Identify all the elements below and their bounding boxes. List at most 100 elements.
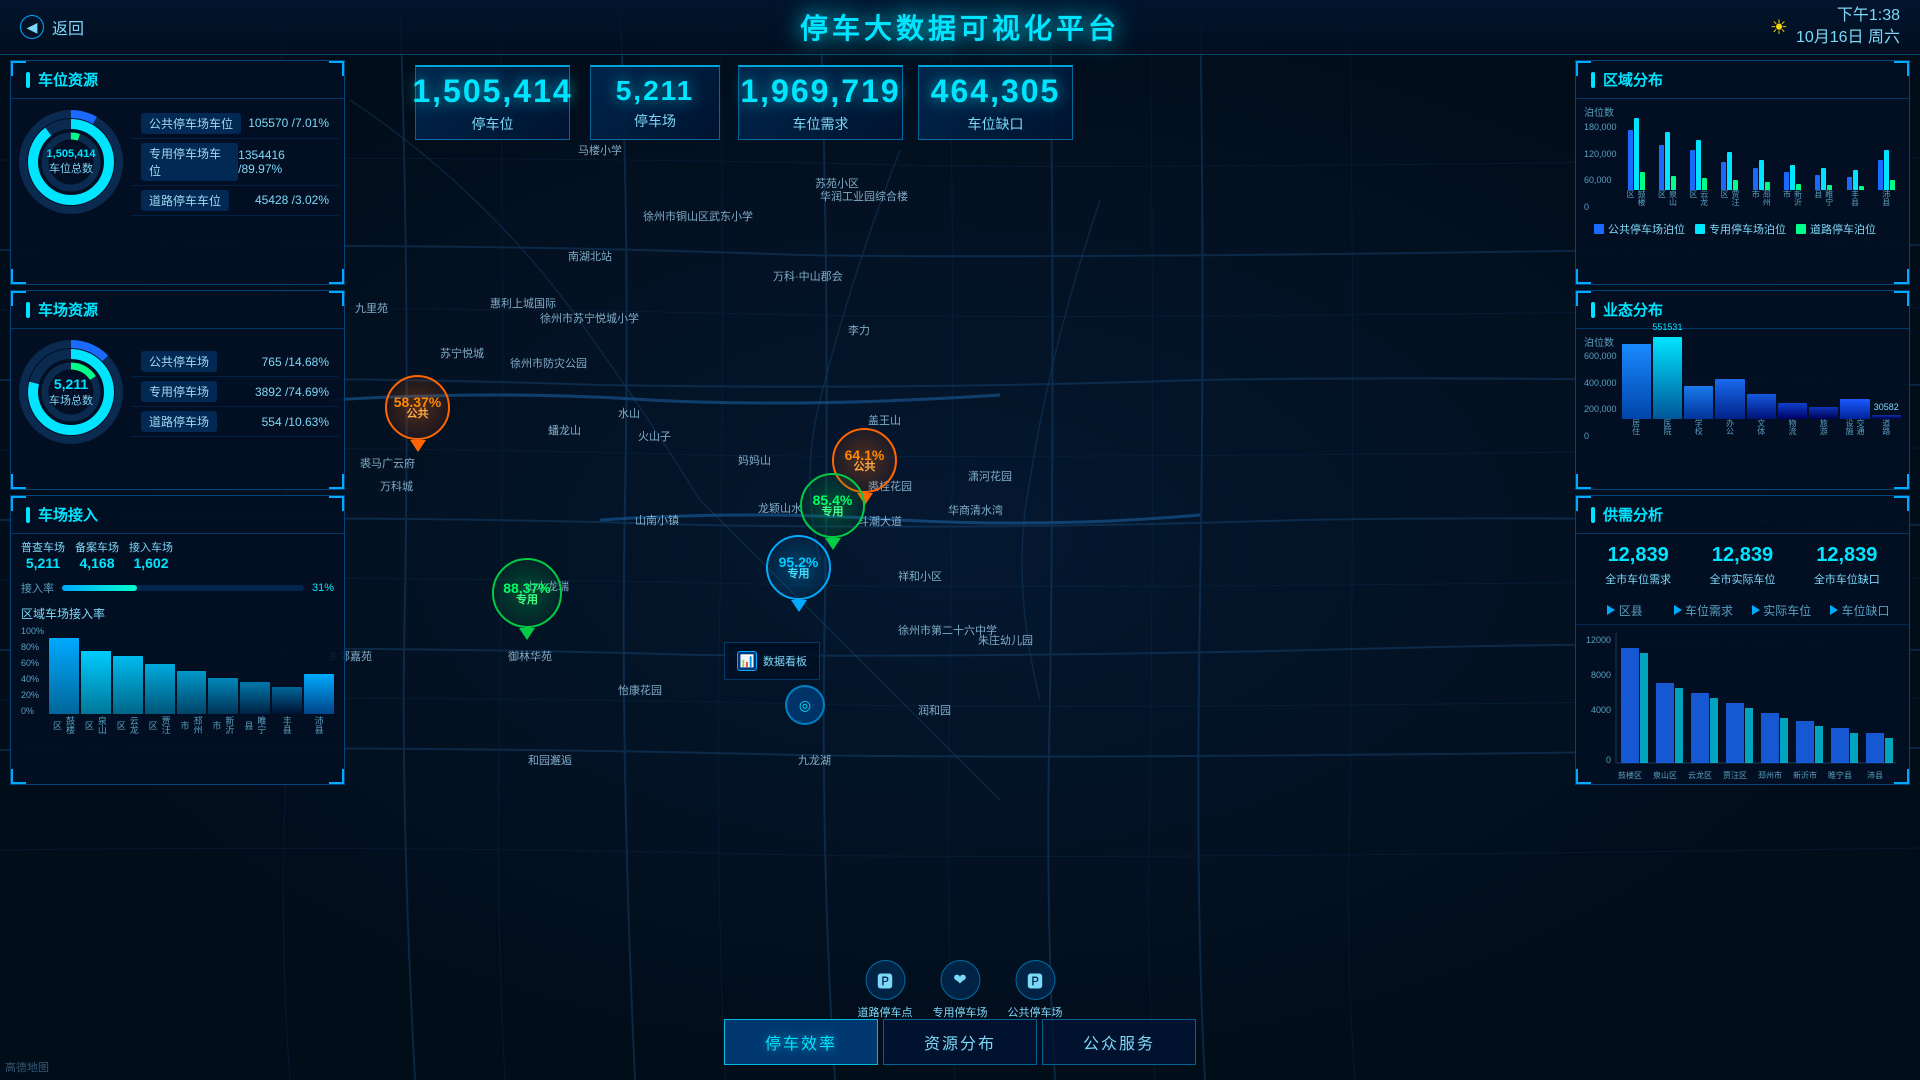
svg-text:云龙区: 云龙区 (1688, 770, 1712, 780)
bar-group-4: 贾汪区 (145, 664, 175, 736)
lot-donut-center: 5,211 车场总数 (49, 376, 93, 408)
svg-text:0: 0 (1606, 755, 1611, 765)
bottom-icon-private[interactable]: ❤ 专用停车场 (933, 960, 988, 1020)
area-chart: 180,000 120,000 60,000 0 鼓楼区 (1584, 122, 1901, 212)
bottom-icon-road[interactable]: 🅿 道路停车点 (858, 960, 913, 1020)
area-chart-container: 泊位数 180,000 120,000 60,000 0 鼓楼区 (1576, 99, 1909, 247)
ri-val-road: 45428 /3.02% (255, 193, 329, 207)
legend-road: 道路停车泊位 (1796, 221, 1876, 237)
map-legend-area: 📊 数据看板 (724, 642, 820, 680)
panel-lot-access-title: 车场接入 (11, 496, 344, 534)
datetime: ☀ 下午1:38 10月16日 周六 (1770, 5, 1900, 50)
svg-text:12000: 12000 (1586, 635, 1611, 645)
bar-group-7: 睢宁县 (240, 682, 270, 736)
panel-area-dist: 区域分布 泊位数 180,000 120,000 60,000 0 鼓楼区 (1575, 60, 1910, 285)
area-legend: 公共停车场泊位 专用停车场泊位 道路停车泊位 (1584, 216, 1901, 242)
panel-biz-dist: 业态分布 泊位数 600,000 400,000 200,000 0 居住 55… (1575, 290, 1910, 490)
legend-private: 专用停车场泊位 (1695, 221, 1786, 237)
back-label: 返回 (52, 15, 84, 39)
stat-card-parking-lots: 5,211 停车场 (590, 65, 720, 140)
bar-group-6: 新沂市 (208, 678, 238, 736)
legend-data-icon: 📊 数据看板 (737, 651, 807, 671)
panel-biz-dist-title: 业态分布 (1576, 291, 1909, 329)
panel-lot-access: 车场接入 普查车场 5,211 备案车场 4,168 接入车场 1,602 接入… (10, 495, 345, 785)
tri-icon-1 (1607, 605, 1615, 615)
biz-chart-container: 泊位数 600,000 400,000 200,000 0 居住 551531 … (1576, 329, 1909, 446)
lot-ri-name-private: 专用停车场 (141, 381, 217, 402)
tri-icon-4 (1830, 605, 1838, 615)
stat-value-gap: 464,305 (931, 73, 1061, 110)
svg-text:沛县: 沛县 (1867, 770, 1883, 780)
tri-icon-2 (1674, 605, 1682, 615)
ri-name-public: 公共停车场车位 (141, 113, 241, 134)
stat-survey: 普查车场 5,211 (21, 539, 65, 571)
lot-ri-val-public: 765 /14.68% (262, 355, 329, 369)
sd-chart: 12000 8000 4000 0 鼓楼区 泉山区 云龙区 (1576, 625, 1909, 796)
lot-ri-name-public: 公共停车场 (141, 351, 217, 372)
private-parking-icon: ❤ (940, 960, 980, 1000)
stat-connected: 接入车场 1,602 (129, 539, 173, 571)
sd-table-header: 区县 车位需求 实际车位 车位缺口 (1576, 597, 1909, 625)
access-bars: 100% 80% 60% 40% 20% 0% 鼓楼区 泉山区 云龙区 (16, 626, 339, 736)
panel-supply-demand: 供需分析 12,839 全市车位需求 12,839 全市实际车位 12,839 … (1575, 495, 1910, 785)
ri-val-public: 105570 /7.01% (248, 116, 329, 130)
ri-name-private: 专用停车场车位 (141, 143, 238, 181)
access-chart: 100% 80% 60% 40% 20% 0% 鼓楼区 泉山区 云龙区 (11, 624, 344, 738)
panel-lot-resource-title: 车场资源 (11, 291, 344, 329)
stat-label-lots: 停车场 (634, 111, 676, 131)
time: 下午1:38 (1796, 5, 1900, 27)
sd-demand: 12,839 全市车位需求 (1605, 544, 1671, 587)
tab-public-service[interactable]: 公众服务 (1042, 1019, 1196, 1065)
map-marker-1[interactable]: 58.37% 公共 (385, 375, 450, 452)
lot-donut: 5,211 车场总数 (16, 337, 126, 447)
area-bar-groups: 鼓楼区 泉山区 云龙区 (1622, 122, 1901, 212)
back-button[interactable]: ◀ 返回 (20, 15, 84, 39)
parking-donut: 1,505,414 车位总数 (16, 107, 126, 217)
ri-val-private: 1354416 /89.97% (238, 148, 329, 176)
lot-item-road: 道路停车场 554 /10.63% (131, 407, 339, 437)
access-bar-groups: 鼓楼区 泉山区 云龙区 贾汪区 邳州市 (49, 638, 334, 736)
parking-resource-list: 公共停车场车位 105570 /7.01% 专用停车场车位 1354416 /8… (131, 107, 339, 217)
bar-group-2: 泉山区 (81, 651, 111, 736)
lot-ri-name-road: 道路停车场 (141, 411, 217, 432)
biz-bars: 居住 551531 医院 学校 办公 (1622, 351, 1901, 441)
stat-card-gap: 464,305 车位缺口 (918, 65, 1073, 140)
road-parking-icon: 🅿 (865, 960, 905, 1000)
lot-ri-val-private: 3892 /74.69% (255, 385, 329, 399)
svg-text:睢宁县: 睢宁县 (1828, 770, 1852, 780)
stat-card-demand: 1,969,719 车位需求 (738, 65, 903, 140)
map-nav-button[interactable]: ◎ (785, 685, 825, 725)
panel-parking-resource-title: 车位资源 (11, 61, 344, 99)
bottom-icon-public[interactable]: 🅿 公共停车场 (1008, 960, 1063, 1020)
resource-item-public: 公共停车场车位 105570 /7.01% (131, 109, 339, 139)
svg-text:泉山区: 泉山区 (1653, 770, 1677, 780)
tab-parking-efficiency[interactable]: 停车效率 (724, 1019, 878, 1065)
resource-item-private: 专用停车场车位 1354416 /89.97% (131, 139, 339, 186)
page-title: 停车大数据可视化平台 (800, 7, 1120, 47)
panel-supply-demand-title: 供需分析 (1576, 496, 1909, 534)
sun-icon: ☀ (1770, 15, 1788, 40)
bar-group-9: 沛县 (304, 674, 334, 736)
lot-item-private: 专用停车场 3892 /74.69% (131, 377, 339, 407)
progress-inner (62, 585, 137, 591)
access-chart-title: 区域车场接入率 (11, 600, 344, 624)
time-display: 下午1:38 10月16日 周六 (1796, 5, 1900, 50)
map-marker-5[interactable]: 95.2% 专用 (766, 535, 831, 612)
map-marker-4[interactable]: 88.37% 专用 (492, 558, 562, 640)
donut-center: 1,505,414 车位总数 (47, 148, 96, 176)
bar-group-3: 云龙区 (113, 656, 143, 736)
biz-chart: 600,000 400,000 200,000 0 居住 551531 医院 (1584, 351, 1901, 441)
legend-public: 公共停车场泊位 (1594, 221, 1685, 237)
sd-actual: 12,839 全市实际车位 (1709, 544, 1775, 587)
progress-row: 接入率 31% (11, 576, 344, 600)
access-stats: 普查车场 5,211 备案车场 4,168 接入车场 1,602 (11, 534, 344, 576)
stat-card-parking-spots: 1,505,414 停车位 (415, 65, 570, 140)
parking-resource-content: 1,505,414 车位总数 公共停车场车位 105570 /7.01% 专用停… (11, 99, 344, 225)
svg-text:鼓楼区: 鼓楼区 (1618, 770, 1642, 780)
lot-resource-list: 公共停车场 765 /14.68% 专用停车场 3892 /74.69% 道路停… (131, 337, 339, 447)
panel-parking-resource: 车位资源 1,505,414 车位总数 (10, 60, 345, 285)
watermark: 高德地图 (5, 1059, 49, 1075)
tab-resource-dist[interactable]: 资源分布 (883, 1019, 1037, 1065)
bar-group-1: 鼓楼区 (49, 638, 79, 736)
tri-icon-3 (1752, 605, 1760, 615)
